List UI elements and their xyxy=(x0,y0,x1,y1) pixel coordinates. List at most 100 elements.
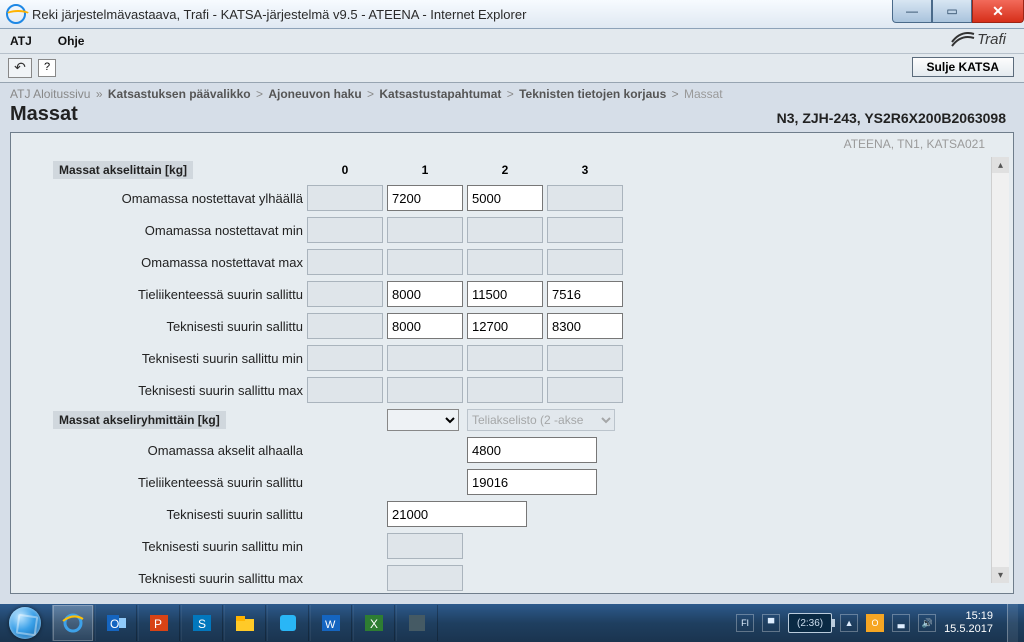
taskbar-outlook[interactable]: O xyxy=(95,605,137,641)
taskbar-app1[interactable] xyxy=(267,605,309,641)
menu-ohje[interactable]: Ohje xyxy=(58,34,85,48)
scroll-down-icon[interactable]: ▾ xyxy=(992,567,1009,583)
row-label: Teknisesti suurin sallittu min xyxy=(51,533,305,559)
taskbar-excel[interactable]: X xyxy=(353,605,395,641)
tray-up-icon[interactable]: ▲ xyxy=(840,614,858,632)
tray-clock[interactable]: 15:19 15.5.2017 xyxy=(944,610,999,636)
brand-logo: Trafi xyxy=(951,31,1006,48)
r2c1 xyxy=(387,217,463,243)
tray-network-icon[interactable]: ▃ xyxy=(892,614,910,632)
r3c2 xyxy=(467,249,543,275)
r7c3 xyxy=(547,377,623,403)
row-label: Teknisesti suurin sallittu xyxy=(51,313,305,339)
r7c1 xyxy=(387,377,463,403)
crumb-tapahtumat[interactable]: Katsastustapahtumat xyxy=(379,87,501,101)
taskbar-ie[interactable] xyxy=(52,605,94,641)
r5c2[interactable] xyxy=(467,313,543,339)
r1c2[interactable] xyxy=(467,185,543,211)
r2c0 xyxy=(307,217,383,243)
show-desktop-button[interactable] xyxy=(1007,604,1018,642)
r6c0 xyxy=(307,345,383,371)
crumb-root[interactable]: ATJ Aloitussivu xyxy=(10,87,90,101)
r1c1[interactable] xyxy=(387,185,463,211)
vehicle-id: N3, ZJH-243, YS2R6X200B2063098 xyxy=(777,110,1006,126)
row-label: Teknisesti suurin sallittu min xyxy=(51,345,305,371)
row-label: Teknisesti suurin sallittu max xyxy=(51,377,305,403)
row-label: Omamassa akselit alhaalla xyxy=(51,437,305,463)
group-select-1[interactable] xyxy=(387,409,459,431)
panel-meta: ATEENA, TN1, KATSA021 xyxy=(844,137,985,151)
app-toolbar: ↶ ? Sulje KATSA xyxy=(0,54,1024,83)
ie-icon xyxy=(6,4,26,24)
r5c1[interactable] xyxy=(387,313,463,339)
r4c0 xyxy=(307,281,383,307)
col-header-2: 2 xyxy=(465,161,545,179)
r4c2[interactable] xyxy=(467,281,543,307)
window-close-button[interactable]: ✕ xyxy=(972,0,1024,23)
window-maximize-button[interactable]: ▭ xyxy=(932,0,972,23)
section-akseliryhmittain: Massat akseliryhmittäin [kg] xyxy=(53,411,226,429)
window-title: Reki järjestelmävastaava, Trafi - KATSA-… xyxy=(32,7,526,22)
r6c1 xyxy=(387,345,463,371)
r6c2 xyxy=(467,345,543,371)
crumb-haku[interactable]: Ajoneuvon haku xyxy=(268,87,361,101)
window-minimize-button[interactable]: — xyxy=(892,0,932,23)
tray-flag-icon[interactable]: ▀ xyxy=(762,614,780,632)
svg-text:X: X xyxy=(370,617,378,631)
row-label: Omamassa nostettavat min xyxy=(51,217,305,243)
r5c0 xyxy=(307,313,383,339)
taskbar-powerpoint[interactable]: P xyxy=(138,605,180,641)
tray-lang[interactable]: FI xyxy=(736,614,754,632)
row-label: Tieliikenteessä suurin sallittu xyxy=(51,281,305,307)
g4v xyxy=(387,533,463,559)
tray-volume-icon[interactable]: 🔊 xyxy=(918,614,936,632)
col-header-1: 1 xyxy=(385,161,465,179)
start-button[interactable] xyxy=(0,604,50,642)
tray-outlook-icon[interactable]: O xyxy=(866,614,884,632)
r3c1 xyxy=(387,249,463,275)
svg-text:S: S xyxy=(198,617,206,631)
row-label: Tieliikenteessä suurin sallittu xyxy=(51,469,305,495)
row-label: Omamassa nostettavat max xyxy=(51,249,305,275)
scrollbar[interactable]: ▴ ▾ xyxy=(991,157,1009,583)
r4c3[interactable] xyxy=(547,281,623,307)
app-menubar: ATJ Ohje Trafi xyxy=(0,29,1024,54)
back-button[interactable]: ↶ xyxy=(8,58,32,78)
g1v[interactable] xyxy=(467,437,597,463)
taskbar-explorer[interactable] xyxy=(224,605,266,641)
windows-logo-icon xyxy=(9,607,41,639)
r1c0 xyxy=(307,185,383,211)
section-akselittain: Massat akselittain [kg] xyxy=(53,161,193,179)
r3c3 xyxy=(547,249,623,275)
r7c2 xyxy=(467,377,543,403)
crumb-current: Massat xyxy=(684,87,723,101)
taskbar-word[interactable]: W xyxy=(310,605,352,641)
row-label: Teknisesti suurin sallittu xyxy=(51,501,305,527)
scroll-up-icon[interactable]: ▴ xyxy=(992,157,1009,173)
g2v[interactable] xyxy=(467,469,597,495)
tray-battery[interactable]: (2:36) xyxy=(788,613,832,633)
taskbar-sharepoint[interactable]: S xyxy=(181,605,223,641)
g5v xyxy=(387,565,463,591)
page-title: Massat xyxy=(10,103,78,126)
crumb-korjaus[interactable]: Teknisten tietojen korjaus xyxy=(519,87,666,101)
menu-atj[interactable]: ATJ xyxy=(10,34,32,48)
crumb-paavalikko[interactable]: Katsastuksen päävalikko xyxy=(108,87,251,101)
help-button[interactable]: ? xyxy=(38,59,56,77)
r7c0 xyxy=(307,377,383,403)
svg-text:W: W xyxy=(325,619,336,631)
r6c3 xyxy=(547,345,623,371)
content-panel: ATEENA, TN1, KATSA021 Massat akselittain… xyxy=(10,132,1014,594)
r5c3[interactable] xyxy=(547,313,623,339)
close-katsa-button[interactable]: Sulje KATSA xyxy=(912,57,1014,77)
breadcrumb: ATJ Aloitussivu » Katsastuksen päävalikk… xyxy=(0,83,1024,103)
taskbar-app2[interactable] xyxy=(396,605,438,641)
svg-text:O: O xyxy=(110,617,119,631)
svg-text:P: P xyxy=(154,617,162,631)
r2c3 xyxy=(547,217,623,243)
r4c1[interactable] xyxy=(387,281,463,307)
system-tray: FI ▀ (2:36) ▲ O ▃ 🔊 15:19 15.5.2017 xyxy=(730,604,1024,642)
g3v[interactable] xyxy=(387,501,527,527)
windows-taskbar: O P S W X FI ▀ (2:36) ▲ O ▃ 🔊 15:19 15.5… xyxy=(0,604,1024,642)
col-header-3: 3 xyxy=(545,161,625,179)
